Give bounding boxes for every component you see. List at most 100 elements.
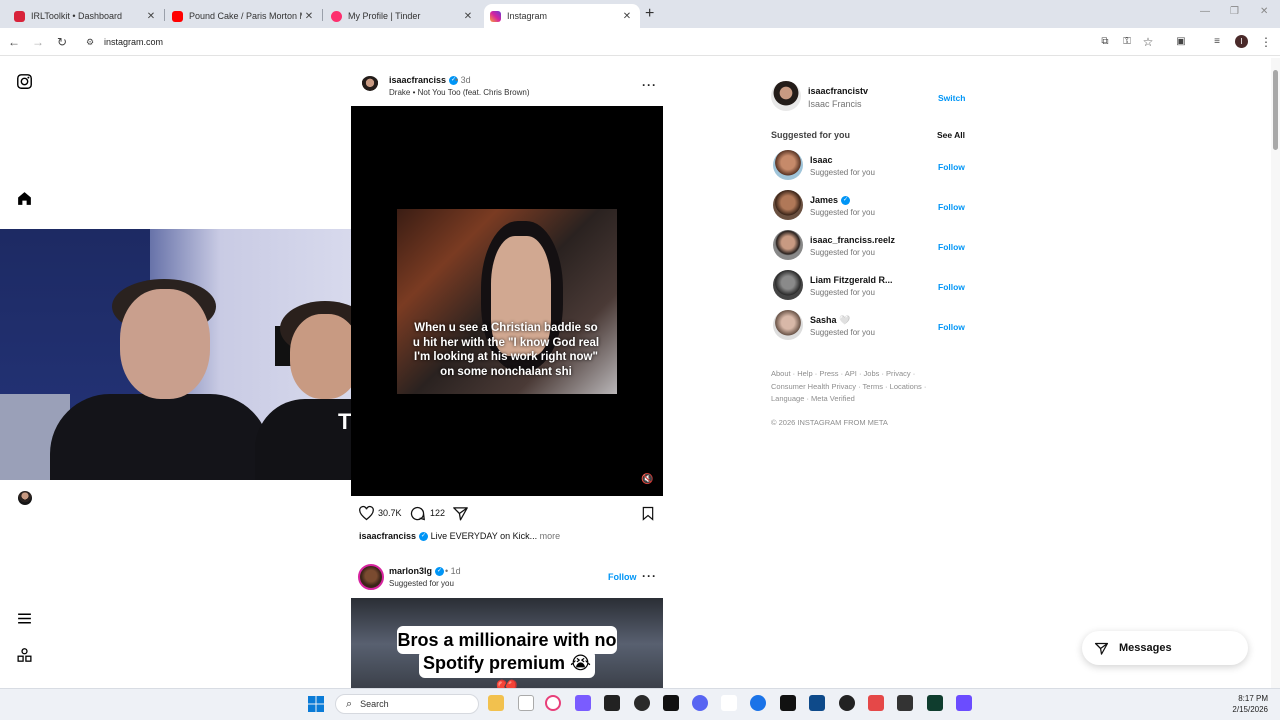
share-send-icon[interactable] xyxy=(452,505,469,522)
switch-account-link[interactable]: Switch xyxy=(938,93,965,103)
itunes-icon[interactable] xyxy=(545,695,561,711)
capcut-icon[interactable] xyxy=(663,695,679,711)
youtube-favicon-icon xyxy=(172,10,183,22)
account-avatar[interactable] xyxy=(771,81,801,111)
app-icon[interactable] xyxy=(897,695,913,711)
comment-bubble-icon[interactable] xyxy=(409,505,426,522)
close-window-icon[interactable]: ✕ xyxy=(1260,6,1268,17)
caption-more-link[interactable]: more xyxy=(540,531,561,541)
forward-arrow-icon[interactable]: → xyxy=(30,34,46,50)
tab-tinder[interactable]: My Profile | Tinder ✕ xyxy=(325,4,481,28)
notepad-icon[interactable] xyxy=(518,695,534,711)
clock-date: 2/15/2026 xyxy=(1232,705,1268,714)
post-options-icon[interactable]: ··· xyxy=(642,569,657,583)
suggestion-avatar[interactable] xyxy=(773,190,803,220)
suggestion-name[interactable]: isaac_franciss.reelz xyxy=(810,235,895,245)
app-icon[interactable] xyxy=(927,695,943,711)
follow-button[interactable]: Follow xyxy=(938,282,965,292)
follow-button[interactable]: Follow xyxy=(938,202,965,212)
reload-icon[interactable]: ↻ xyxy=(54,34,70,50)
suggestion-avatar[interactable] xyxy=(773,230,803,260)
bookmark-star-icon[interactable]: ☆ xyxy=(1140,34,1156,50)
muted-speaker-icon[interactable]: 🔇 xyxy=(641,474,653,485)
scrollbar-thumb[interactable] xyxy=(1273,70,1278,150)
suggestion-avatar[interactable] xyxy=(773,270,803,300)
close-tab-icon[interactable]: ✕ xyxy=(620,11,634,22)
app-icon[interactable] xyxy=(956,695,972,711)
account-username[interactable]: isaacfrancistv xyxy=(808,86,868,96)
tab-divider xyxy=(322,9,323,21)
close-tab-icon[interactable]: ✕ xyxy=(302,11,316,22)
address-bar[interactable]: instagram.com xyxy=(104,37,163,47)
save-bookmark-icon[interactable] xyxy=(640,505,656,522)
back-arrow-icon[interactable]: ← xyxy=(6,34,22,50)
like-count[interactable]: 30.7K xyxy=(378,508,402,518)
profile-nav-avatar[interactable] xyxy=(18,491,32,505)
new-tab-icon[interactable]: + xyxy=(645,5,659,23)
follow-button[interactable]: Follow xyxy=(938,162,965,172)
post-time: • 1d xyxy=(445,566,461,576)
copyright: © 2026 INSTAGRAM FROM META xyxy=(771,418,888,427)
extensions-icon[interactable]: ▣ xyxy=(1173,34,1189,50)
post-video[interactable]: Bros a millionaire with no Spotify premi… xyxy=(351,598,663,690)
suggestion-name[interactable]: Sasha 🤍 xyxy=(810,315,850,326)
follow-button[interactable]: Follow xyxy=(608,572,637,582)
browser-toolbar: ← → ↻ ⚙ instagram.com ⧉ ⚿ ☆ ▣ ≡ ⋮ xyxy=(0,28,1280,56)
follow-button[interactable]: Follow xyxy=(938,322,965,332)
tab-irltoolkit[interactable]: IRLToolkit • Dashboard ✕ xyxy=(8,4,164,28)
hamburger-icon[interactable] xyxy=(16,610,33,627)
suggestion-avatar[interactable] xyxy=(773,150,803,180)
post-username[interactable]: marlon3lg ✓ xyxy=(389,566,445,577)
epic-games-icon[interactable] xyxy=(604,695,620,711)
tab-instagram[interactable]: Instagram ✕ xyxy=(484,4,640,28)
post-time: • 3d xyxy=(455,75,471,85)
maximize-icon[interactable]: ❐ xyxy=(1230,6,1239,17)
app-icon[interactable] xyxy=(721,695,737,711)
minimize-icon[interactable]: — xyxy=(1200,6,1210,17)
like-heart-icon[interactable] xyxy=(358,505,375,522)
app-icon[interactable] xyxy=(839,695,855,711)
comment-count[interactable]: 122 xyxy=(430,508,445,518)
caption-username[interactable]: isaacfranciss xyxy=(359,531,416,541)
password-key-icon[interactable]: ⚿ xyxy=(1119,34,1135,50)
post-author-avatar[interactable] xyxy=(361,76,379,94)
app-icon[interactable] xyxy=(868,695,884,711)
post-username[interactable]: isaacfranciss ✓ xyxy=(389,75,459,86)
webcam-overlay: T xyxy=(0,229,400,480)
also-from-meta-icon[interactable] xyxy=(16,647,33,664)
tab-pound-cake[interactable]: Pound Cake / Paris Morton Mu ✕ xyxy=(166,4,322,28)
system-clock[interactable]: 8:17 PM 2/15/2026 xyxy=(1222,693,1268,715)
suggestion-name[interactable]: Isaac xyxy=(810,155,833,165)
video-text-overlay-line2: Spotify premium 😭💔 xyxy=(419,650,595,690)
suggestion-avatar[interactable] xyxy=(773,310,803,340)
app-icon[interactable] xyxy=(809,695,825,711)
home-icon[interactable] xyxy=(16,190,33,207)
site-info-icon[interactable]: ⚙ xyxy=(82,34,98,50)
obs-icon[interactable] xyxy=(634,695,650,711)
post-options-icon[interactable]: ··· xyxy=(642,78,657,92)
browser-app-icon[interactable] xyxy=(750,695,766,711)
close-tab-icon[interactable]: ✕ xyxy=(461,11,475,22)
post-author-avatar[interactable] xyxy=(358,564,384,590)
close-tab-icon[interactable]: ✕ xyxy=(144,11,158,22)
post-audio[interactable]: Drake • Not You Too (feat. Chris Brown) xyxy=(389,88,530,97)
suggestion-name[interactable]: Liam Fitzgerald R... xyxy=(810,275,893,285)
browser-menu-icon[interactable]: ⋮ xyxy=(1258,34,1274,50)
gamepad-icon[interactable] xyxy=(575,695,591,711)
windows-start-icon[interactable] xyxy=(308,696,324,712)
install-app-icon[interactable]: ⧉ xyxy=(1097,34,1113,50)
instagram-icon[interactable] xyxy=(16,73,33,90)
taskbar-search[interactable]: ⌕ Search xyxy=(335,694,479,714)
footer-links[interactable]: About · Help · Press · API · Jobs · Priv… xyxy=(771,368,941,406)
post-video[interactable]: When u see a Christian baddie so u hit h… xyxy=(351,106,663,496)
browser-profile-avatar[interactable]: I xyxy=(1235,35,1248,48)
file-explorer-icon[interactable] xyxy=(488,695,504,711)
app-icon[interactable] xyxy=(780,695,796,711)
page-scrollbar[interactable] xyxy=(1271,58,1280,688)
suggestion-name[interactable]: James ✓ xyxy=(810,195,851,206)
discord-icon[interactable] xyxy=(692,695,708,711)
media-controls-icon[interactable]: ≡ xyxy=(1209,34,1225,50)
messages-button[interactable]: Messages xyxy=(1082,631,1248,665)
follow-button[interactable]: Follow xyxy=(938,242,965,252)
see-all-link[interactable]: See All xyxy=(937,130,965,140)
